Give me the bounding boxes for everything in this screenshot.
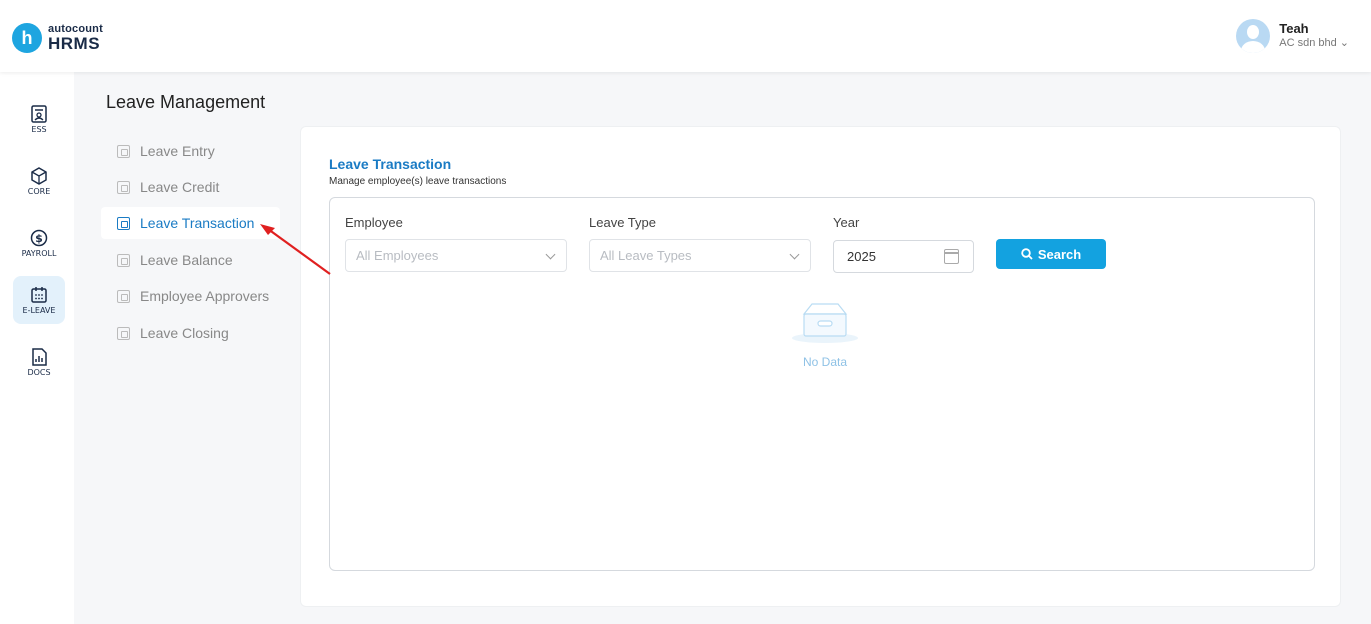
document-icon xyxy=(117,289,130,303)
document-icon xyxy=(117,326,130,340)
leave-type-select[interactable]: All Leave Types xyxy=(589,239,811,272)
user-menu[interactable]: Teah AC sdn bhd ⌄ xyxy=(1236,19,1349,53)
menu-item-label: Leave Entry xyxy=(140,143,215,159)
page-title: Leave Transaction xyxy=(329,156,452,172)
chevron-down-icon xyxy=(545,249,556,260)
nav-docs[interactable]: DOCS xyxy=(13,338,65,386)
nav-core[interactable]: CORE xyxy=(13,157,65,205)
core-icon xyxy=(31,166,47,185)
nav-label-core: CORE xyxy=(27,186,51,196)
menu-item-employee-approvers[interactable]: Employee Approvers xyxy=(101,280,280,312)
nav-label-ess: ESS xyxy=(31,124,47,134)
top-header: h autocount HRMS Teah AC sdn bhd ⌄ xyxy=(0,0,1371,72)
search-icon xyxy=(1021,248,1033,260)
docs-icon xyxy=(32,347,47,366)
app-logo[interactable]: h autocount HRMS xyxy=(12,23,103,53)
menu-item-leave-closing[interactable]: Leave Closing xyxy=(101,317,280,349)
leave-type-label: Leave Type xyxy=(589,215,656,230)
document-icon xyxy=(117,180,130,194)
calendar-icon[interactable] xyxy=(944,249,959,264)
empty-box-icon xyxy=(792,303,858,343)
logo-name-bottom: HRMS xyxy=(48,34,101,53)
menu-item-leave-credit[interactable]: Leave Credit xyxy=(101,171,280,203)
module-title: Leave Management xyxy=(106,92,266,112)
search-button[interactable]: Search xyxy=(996,239,1106,269)
menu-item-label: Leave Closing xyxy=(140,325,229,341)
logo-mark: h xyxy=(12,23,42,53)
page-subtitle: Manage employee(s) leave transactions xyxy=(329,176,507,187)
transaction-container: Employee All Employees Leave Type All Le… xyxy=(329,197,1315,571)
user-name: Teah xyxy=(1279,20,1309,36)
empty-state: No Data xyxy=(770,298,880,369)
nav-label-e-leave: E-LEAVE xyxy=(22,305,56,315)
menu-item-label: Employee Approvers xyxy=(140,288,270,304)
menu-item-label: Leave Balance xyxy=(140,252,233,268)
menu-item-label: Leave Credit xyxy=(140,179,220,195)
chevron-down-icon xyxy=(789,249,800,260)
employee-select[interactable]: All Employees xyxy=(345,239,567,272)
document-icon xyxy=(117,144,130,158)
empty-text: No Data xyxy=(802,355,848,369)
employee-label: Employee xyxy=(345,215,403,230)
menu-item-leave-entry[interactable]: Leave Entry xyxy=(101,135,280,167)
svg-text:$: $ xyxy=(35,232,43,245)
year-label: Year xyxy=(833,215,860,230)
module-sidebar: ESS CORE $ PAYROLL E-LEAVE DOCS xyxy=(0,72,74,624)
nav-e-leave[interactable]: E-LEAVE xyxy=(13,276,65,324)
payroll-icon: $ xyxy=(30,229,48,246)
year-picker[interactable]: 2025 xyxy=(833,240,974,273)
user-company[interactable]: AC sdn bhd ⌄ xyxy=(1279,36,1349,50)
document-icon xyxy=(117,216,130,230)
document-icon xyxy=(117,253,130,267)
annotation-arrow xyxy=(260,224,331,275)
menu-item-leave-transaction[interactable]: Leave Transaction xyxy=(101,207,280,239)
nav-ess[interactable]: ESS xyxy=(13,95,65,143)
nav-label-payroll: PAYROLL xyxy=(21,248,57,258)
nav-label-docs: DOCS xyxy=(27,367,51,377)
calendar-icon xyxy=(31,286,47,303)
menu-item-leave-balance[interactable]: Leave Balance xyxy=(101,244,280,276)
leave-transaction-panel: Leave Transaction Manage employee(s) lea… xyxy=(300,126,1341,607)
ess-icon xyxy=(31,104,47,123)
nav-payroll[interactable]: $ PAYROLL xyxy=(13,219,65,267)
menu-item-label: Leave Transaction xyxy=(140,215,255,231)
chevron-down-icon: ⌄ xyxy=(1339,37,1349,49)
avatar[interactable] xyxy=(1236,19,1271,53)
